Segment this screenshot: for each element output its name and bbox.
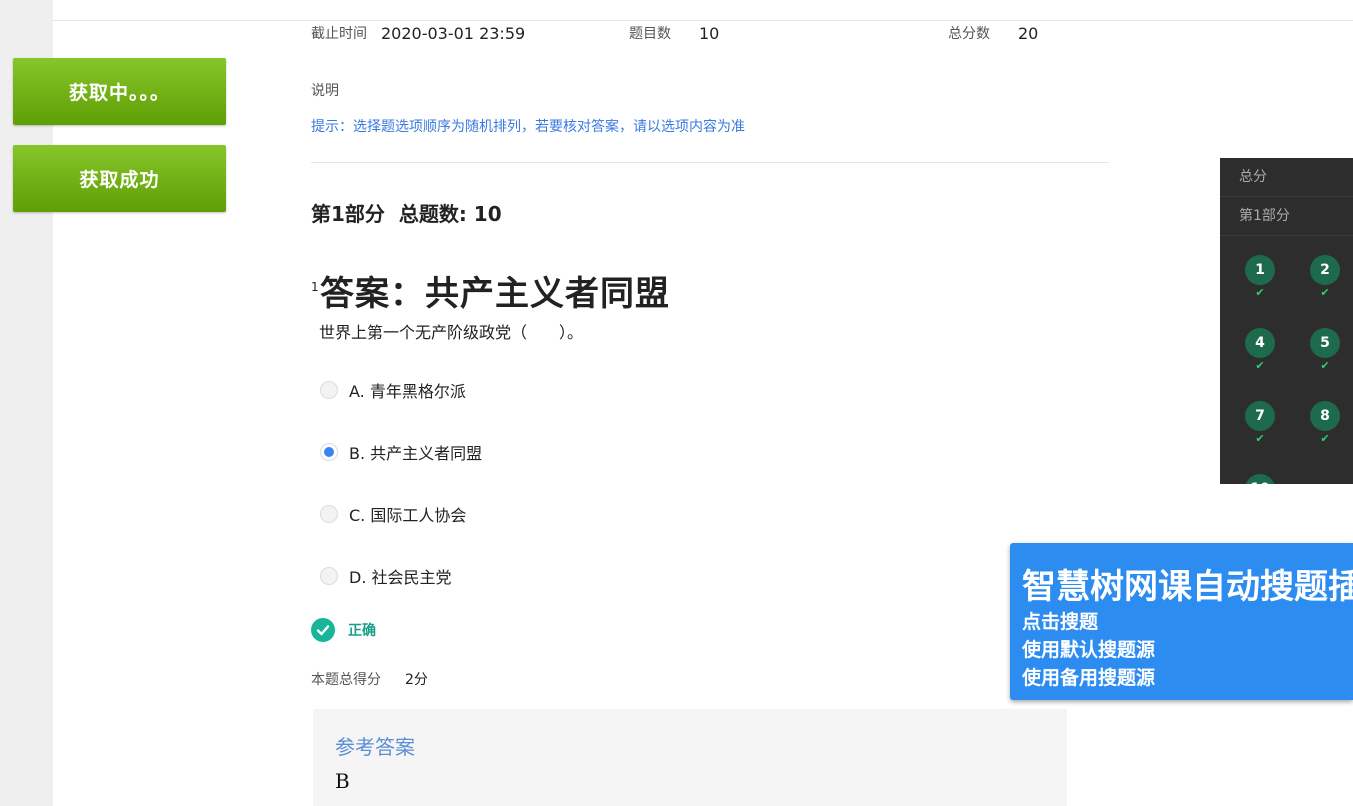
option-a[interactable]: A. 青年黑格尔派 [320, 378, 466, 402]
plugin-title: 智慧树网课自动搜题插件 [1022, 567, 1353, 607]
question-number-badge[interactable]: 1 [1245, 255, 1275, 285]
check-icon: ✔ [1255, 359, 1265, 372]
check-icon: ✔ [1255, 286, 1265, 299]
check-icon: ✔ [1320, 359, 1330, 372]
deadline-info: 截止时间 2020-03-01 23:59 [311, 23, 525, 43]
backup-source-link[interactable]: 使用备用搜题源 [1022, 663, 1155, 690]
search-link[interactable]: 点击搜题 [1022, 607, 1098, 634]
radio-c[interactable] [320, 505, 338, 523]
top-bar [53, 0, 1353, 21]
radio-a[interactable] [320, 381, 338, 399]
reference-answer-title: 参考答案 [335, 735, 415, 759]
radio-b[interactable] [320, 443, 338, 461]
answer-sheet-total: 总分 [1220, 158, 1353, 197]
answer-sheet-item[interactable]: 8 ✔ [1310, 401, 1340, 445]
reference-answer-box: 参考答案 B [313, 709, 1067, 806]
reference-answer-value: B [335, 769, 350, 793]
option-b[interactable]: B. 共产主义者同盟 [320, 440, 482, 464]
question-number-badge[interactable]: 10 [1245, 474, 1275, 484]
option-c[interactable]: C. 国际工人协会 [320, 502, 466, 526]
answer-sheet-item[interactable]: 2 ✔ [1310, 255, 1340, 299]
fetch-success-button[interactable]: 获取成功 [13, 145, 226, 212]
option-d-label: D. 社会民主党 [349, 568, 452, 587]
option-b-label: B. 共产主义者同盟 [349, 444, 483, 463]
injected-answer-title: 答案：共产主义者同盟 [320, 274, 670, 314]
part-title: 第1部分 总题数: 10 [311, 202, 502, 226]
question-number-badge[interactable]: 2 [1310, 255, 1340, 285]
hint-text: 提示：选择题选项顺序为随机排列，若要核对答案，请以选项内容为准 [311, 119, 745, 135]
answer-sheet-item[interactable]: 5 ✔ [1310, 328, 1340, 372]
check-icon: ✔ [1320, 286, 1330, 299]
question-number-badge[interactable]: 5 [1310, 328, 1340, 358]
radio-d[interactable] [320, 567, 338, 585]
deadline-label: 截止时间 [311, 26, 367, 42]
divider [311, 162, 1109, 163]
fetching-button[interactable]: 获取中。。。 [13, 58, 226, 125]
total-score-value: 20 [1018, 23, 1039, 43]
search-plugin-panel: 智慧树网课自动搜题插件 点击搜题 使用默认搜题源 使用备用搜题源 [1010, 543, 1353, 700]
check-icon [311, 618, 335, 642]
check-icon: ✔ [1255, 432, 1265, 445]
question-number: 1 [311, 280, 319, 294]
answer-sheet-item[interactable]: 10 [1245, 474, 1275, 484]
total-score-info: 总分数 20 [948, 23, 1038, 43]
question-score-value: 2分 [405, 672, 428, 688]
question-count-value: 10 [699, 23, 720, 43]
deadline-value: 2020-03-01 23:59 [381, 23, 526, 43]
option-c-label: C. 国际工人协会 [349, 506, 467, 525]
answer-sheet-part: 第1部分 [1220, 197, 1353, 236]
option-d[interactable]: D. 社会民主党 [320, 564, 452, 588]
answer-sheet-item[interactable]: 4 ✔ [1245, 328, 1275, 372]
answer-sheet-panel: 总分 第1部分 1 ✔ 2 ✔ 4 ✔ 5 ✔ 7 ✔ 8 ✔ 10 [1220, 158, 1353, 484]
check-icon: ✔ [1320, 432, 1330, 445]
question-number-badge[interactable]: 8 [1310, 401, 1340, 431]
default-source-link[interactable]: 使用默认搜题源 [1022, 635, 1155, 662]
answer-sheet-item[interactable]: 7 ✔ [1245, 401, 1275, 445]
result-label: 正确 [348, 623, 376, 639]
result-indicator: 正确 [311, 618, 376, 642]
description-label: 说明 [311, 83, 339, 99]
question-count-info: 题目数 10 [629, 23, 719, 43]
question-score: 本题总得分 2分 [311, 669, 428, 689]
question-number-badge[interactable]: 7 [1245, 401, 1275, 431]
total-score-label: 总分数 [948, 26, 990, 42]
question-count-label: 题目数 [629, 26, 671, 42]
question-score-label: 本题总得分 [311, 672, 381, 688]
answer-sheet-item[interactable]: 1 ✔ [1245, 255, 1275, 299]
question-text: 世界上第一个无产阶级政党（ ）。 [319, 323, 584, 342]
question-number-badge[interactable]: 4 [1245, 328, 1275, 358]
option-a-label: A. 青年黑格尔派 [349, 382, 466, 401]
